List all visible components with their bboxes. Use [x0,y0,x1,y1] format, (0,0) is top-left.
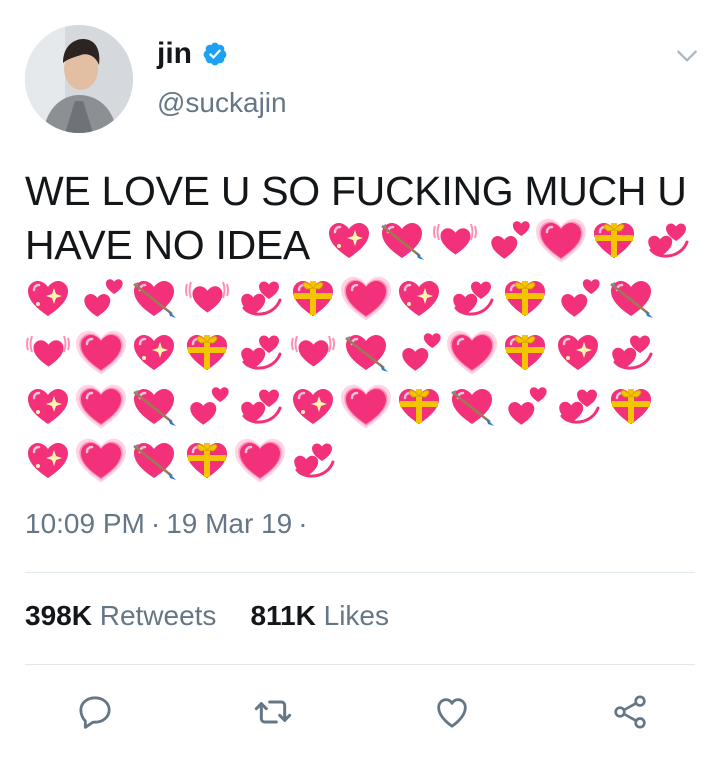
beating-heart-emoji [22,330,74,376]
two-heart-emoji [75,276,127,322]
likes-stat[interactable]: 811K Likes [250,600,389,632]
retweets-count: 398K [25,600,92,631]
avatar-photo [25,25,133,133]
revolving-heart-emoji [446,276,498,322]
sparkle-heart-emoji [393,276,445,322]
heart-icon [437,698,467,728]
two-heart-emoji [181,384,233,430]
tweet-header: jin @suckajin [25,25,705,135]
arrow-heart-emoji [376,218,428,264]
growing-heart-emoji [75,384,127,430]
meta-separator: · [150,508,161,539]
two-heart-emoji [482,218,534,264]
divider-2 [25,664,695,665]
emoji-row [22,326,702,380]
growing-heart-emoji [340,384,392,430]
sparkle-heart-emoji [323,218,375,264]
retweets-stat[interactable]: 398K Retweets [25,600,216,632]
verified-badge-icon [203,42,227,66]
sparkle-heart-emoji [22,384,74,430]
two-heart-emoji [552,276,604,322]
revolving-heart-emoji [287,438,339,484]
growing-heart-emoji [535,218,587,264]
arrow-heart-emoji [128,384,180,430]
like-button[interactable] [426,686,478,738]
sparkle-heart-emoji [552,330,604,376]
gift-heart-emoji [181,438,233,484]
avatar[interactable] [25,25,133,133]
divider [25,572,695,573]
beating-heart-emoji [181,276,233,322]
likes-label: Likes [323,600,389,631]
sparkle-heart-emoji [128,330,180,376]
growing-heart-emoji [234,438,286,484]
growing-heart-emoji [75,438,127,484]
arrow-heart-emoji [605,276,657,322]
likes-count: 811K [250,600,316,631]
gift-heart-emoji [499,330,551,376]
meta-separator-2: · [298,508,308,539]
retweet-button[interactable] [247,686,299,738]
sparkle-heart-emoji [22,438,74,484]
chevron-down-icon[interactable] [674,43,700,69]
growing-heart-emoji [446,330,498,376]
gift-heart-emoji [393,384,445,430]
gift-heart-emoji [499,276,551,322]
emoji-row [22,380,702,434]
arrow-heart-emoji [446,384,498,430]
sparkle-heart-emoji [22,276,74,322]
growing-heart-emoji [340,276,392,322]
emoji-row [22,272,702,326]
reply-button[interactable] [69,686,121,738]
gift-heart-emoji [287,276,339,322]
beating-heart-emoji [429,218,481,264]
revolving-heart-emoji [234,276,286,322]
emoji-block [22,272,702,488]
revolving-heart-emoji [641,218,693,264]
revolving-heart-emoji [605,330,657,376]
arrow-heart-emoji [340,330,392,376]
revolving-heart-emoji [552,384,604,430]
user-handle[interactable]: @suckajin [157,87,287,119]
tweet-meta: 10:09 PM · 19 Mar 19 · [25,508,308,540]
emoji-line-1 [323,218,693,264]
two-heart-emoji [499,384,551,430]
reply-icon [79,696,111,729]
gift-heart-emoji [605,384,657,430]
sparkle-heart-emoji [287,384,339,430]
retweet-icon [254,700,292,724]
share-button[interactable] [604,686,656,738]
revolving-heart-emoji [234,384,286,430]
tweet-time[interactable]: 10:09 PM [25,508,145,540]
beating-heart-emoji [287,330,339,376]
display-name[interactable]: jin [157,37,192,71]
emoji-row [22,434,702,488]
tweet-actions [25,686,695,738]
gift-heart-emoji [588,218,640,264]
arrow-heart-emoji [128,276,180,322]
two-heart-emoji [393,330,445,376]
revolving-heart-emoji [234,330,286,376]
tweet-date[interactable]: 19 Mar 19 [166,508,292,540]
retweets-label: Retweets [99,600,217,631]
growing-heart-emoji [75,330,127,376]
gift-heart-emoji [181,330,233,376]
arrow-heart-emoji [128,438,180,484]
tweet-stats: 398K Retweets 811K Likes [25,600,389,632]
share-icon [614,695,646,729]
